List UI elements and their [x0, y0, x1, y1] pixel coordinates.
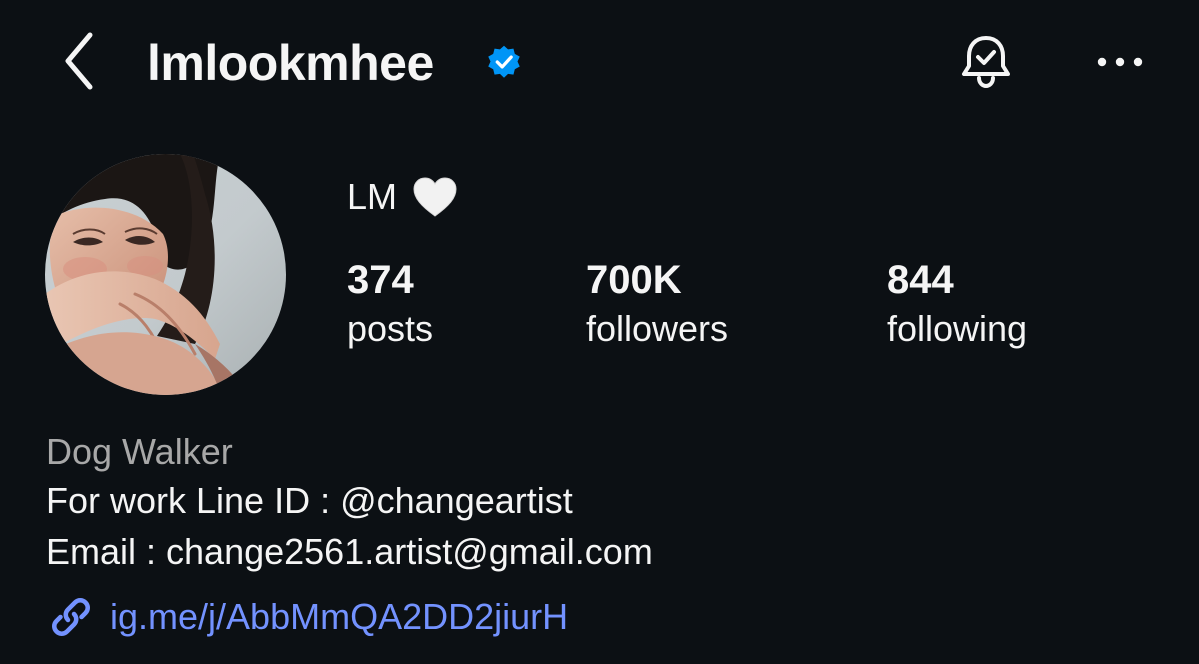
back-button[interactable] — [50, 28, 106, 94]
profile-username: lmlookmhee — [147, 35, 434, 91]
profile-category: Dog Walker — [46, 431, 233, 472]
profile-link-text[interactable]: ig.me/j/AbbMmQA2DD2jiurH — [110, 593, 568, 641]
more-options-button[interactable] — [1090, 40, 1150, 84]
followers-stat[interactable]: 700K followers — [586, 256, 728, 354]
display-name: LM — [347, 174, 459, 220]
link-icon — [52, 598, 90, 636]
following-label: following — [887, 308, 1028, 349]
verified-badge-icon — [486, 44, 522, 80]
bio-line: Email : change2561.artist@gmail.com — [46, 531, 653, 572]
more-horizontal-icon — [1097, 57, 1143, 67]
white-heart-icon — [411, 175, 459, 219]
chevron-left-icon — [65, 32, 93, 90]
bio-line: For work Line ID : @changeartist — [46, 480, 573, 521]
notifications-button[interactable] — [953, 30, 1019, 94]
profile-avatar[interactable] — [45, 154, 286, 395]
profile-link[interactable]: ig.me/j/AbbMmQA2DD2jiurH — [46, 592, 568, 642]
notification-bell-icon — [962, 36, 1010, 89]
display-name-text: LM — [347, 176, 398, 217]
followers-count: 700K — [586, 258, 682, 302]
posts-label: posts — [347, 308, 434, 349]
followers-label: followers — [586, 308, 729, 349]
following-stat[interactable]: 844 following — [887, 256, 1027, 354]
posts-stat[interactable]: 374 posts — [347, 256, 433, 354]
following-count: 844 — [887, 258, 954, 302]
posts-count: 374 — [347, 258, 414, 302]
